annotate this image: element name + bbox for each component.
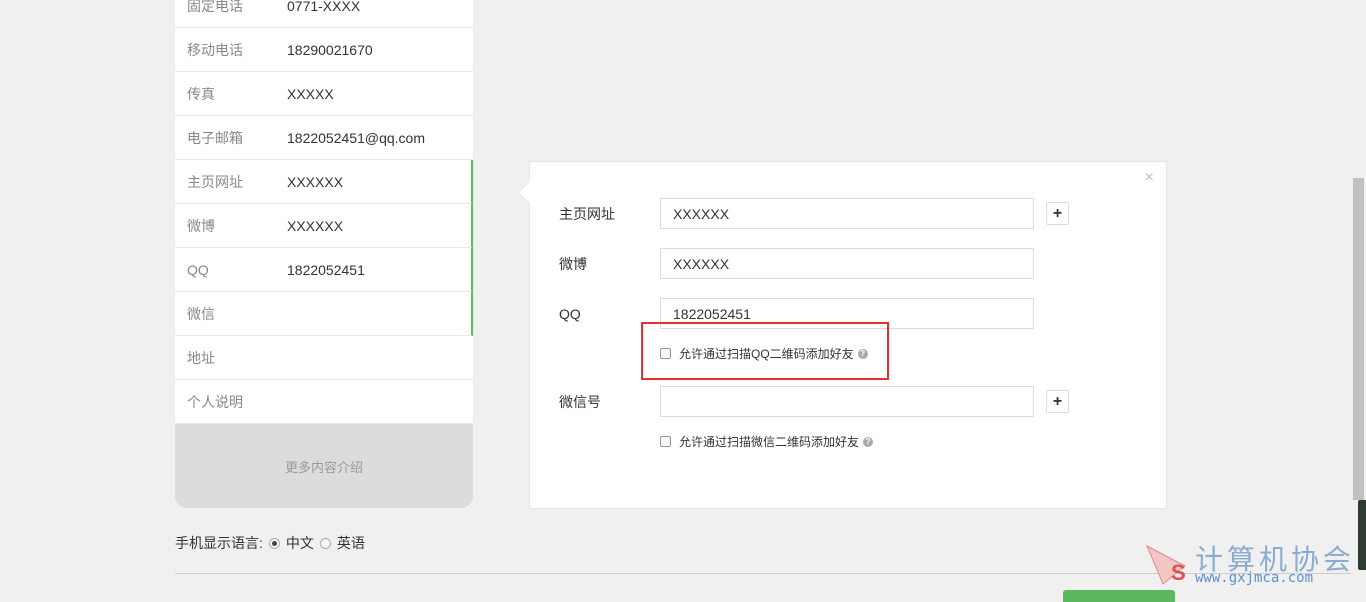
contact-label: 微信 (187, 305, 215, 322)
wechat-row: 微信号 + (559, 386, 1069, 417)
watermark-logo-icon: S (1145, 544, 1186, 585)
contact-row-address[interactable]: 地址 (175, 336, 473, 380)
radio-chinese[interactable] (268, 537, 280, 549)
add-wechat-button[interactable]: + (1046, 390, 1069, 413)
homepage-label: 主页网址 (559, 205, 615, 222)
contact-value: XXXXX (287, 85, 334, 102)
weibo-row: 微博 (559, 248, 1034, 279)
contact-value: XXXXXX (287, 217, 344, 234)
close-icon[interactable]: × (1145, 170, 1154, 186)
radio-english-label[interactable]: 英语 (337, 533, 365, 553)
homepage-input[interactable] (660, 198, 1034, 229)
contact-value: 18290021670 (287, 41, 373, 58)
contact-label: 个人说明 (187, 393, 243, 410)
contact-label: 固定电话 (187, 0, 243, 14)
wechat-label: 微信号 (559, 393, 601, 410)
wechat-scan-checkbox[interactable] (660, 436, 671, 447)
language-label: 手机显示语言: (175, 535, 263, 551)
contact-row-email[interactable]: 电子邮箱 1822052451@qq.com (175, 116, 473, 160)
radio-chinese-label[interactable]: 中文 (286, 533, 314, 553)
save-button[interactable] (1063, 590, 1175, 602)
help-icon[interactable]: ? (863, 436, 874, 447)
watermark-url: www.gxjmca.com (1195, 570, 1314, 586)
weibo-input[interactable] (660, 248, 1034, 279)
contact-row-mobile[interactable]: 移动电话 18290021670 (175, 28, 473, 72)
more-content-button[interactable]: 更多内容介绍 (175, 424, 473, 508)
contact-label: 微博 (187, 217, 215, 234)
mobile-language-selector: 手机显示语言: 中文 英语 (175, 533, 365, 553)
watermark: S 计算机协会 www.gxjmca.com (1145, 538, 1355, 590)
contact-row-homepage[interactable]: 主页网址 XXXXXX (175, 160, 473, 204)
contact-value: 1822052451 (287, 261, 365, 278)
contact-row-fax[interactable]: 传真 XXXXX (175, 72, 473, 116)
contact-row-wechat[interactable]: 微信 (175, 292, 473, 336)
weibo-label: 微博 (559, 255, 587, 272)
contact-row-phone[interactable]: 固定电话 0771-XXXX (175, 0, 473, 28)
qq-label: QQ (559, 305, 581, 322)
add-homepage-button[interactable]: + (1046, 202, 1069, 225)
contact-value: 0771-XXXX (287, 0, 361, 14)
popup-arrow (517, 180, 542, 205)
highlight-annotation-box (641, 322, 889, 380)
scrollbar-thumb[interactable] (1353, 178, 1364, 500)
wechat-scan-option: 允许通过扫描微信二维码添加好友 ? (660, 433, 874, 450)
contact-row-weibo[interactable]: 微博 XXXXXX (175, 204, 473, 248)
contact-row-qq[interactable]: QQ 1822052451 (175, 248, 473, 292)
contact-label: 地址 (187, 349, 215, 366)
homepage-row: 主页网址 + (559, 198, 1069, 229)
contact-info-list: 固定电话 0771-XXXX 移动电话 18290021670 传真 XXXXX… (175, 0, 473, 424)
contact-value: XXXXXX (287, 173, 344, 190)
wechat-input[interactable] (660, 386, 1034, 417)
contact-row-bio[interactable]: 个人说明 (175, 380, 473, 424)
wechat-scan-label[interactable]: 允许通过扫描微信二维码添加好友 (679, 433, 859, 450)
svg-text:S: S (1171, 560, 1186, 585)
contact-value: 1822052451@qq.com (287, 129, 425, 146)
contact-label: 主页网址 (187, 173, 243, 190)
contact-label: 移动电话 (187, 41, 243, 58)
contact-label: 传真 (187, 85, 215, 102)
side-widget (1358, 500, 1366, 570)
radio-english[interactable] (319, 537, 331, 549)
contact-label: QQ (187, 261, 209, 278)
contact-label: 电子邮箱 (187, 129, 243, 146)
